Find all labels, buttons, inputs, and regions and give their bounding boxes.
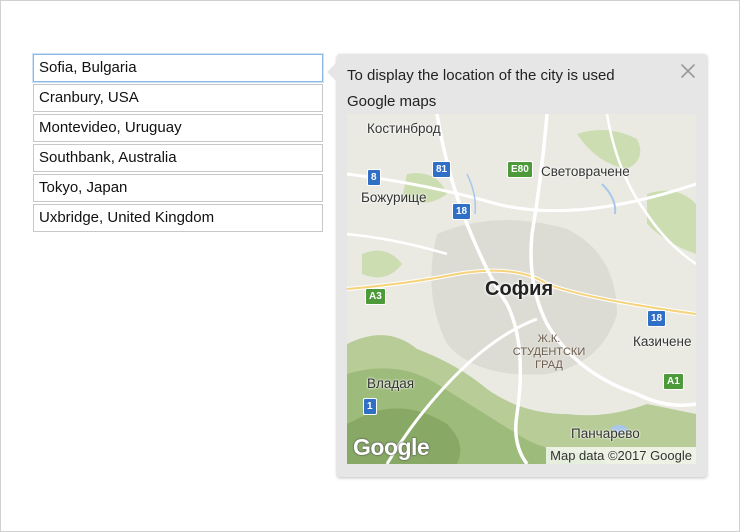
road-shield-a1: A1	[663, 373, 684, 390]
map-attribution[interactable]: Map data ©2017 Google	[546, 447, 696, 464]
road-shield-e80: E80	[507, 161, 533, 178]
map-label-svetovrachene: Световрачене	[541, 164, 630, 179]
road-shield-8: 8	[367, 169, 381, 186]
close-icon[interactable]	[679, 62, 697, 80]
map-label-district: Ж.К. СТУДЕНТСКИ ГРАД	[512, 333, 586, 371]
popover-message: To display the location of the city is u…	[347, 67, 615, 110]
map-label-kazichene: Казичене	[633, 334, 692, 349]
road-shield-1: 1	[363, 398, 377, 415]
road-shield-81: 81	[432, 161, 452, 178]
map-view[interactable]: Костинброд Световрачене Божурище Владая …	[347, 114, 696, 464]
road-shield-a3: A3	[365, 288, 386, 305]
map-label-bozhurishte: Божурище	[361, 190, 427, 205]
map-label-pancharevo: Панчарево	[571, 426, 640, 441]
road-shield-18-north: 18	[452, 203, 472, 220]
city-item-cranbury[interactable]: Cranbury, USA	[33, 84, 323, 112]
road-shield-18-east: 18	[647, 310, 667, 327]
google-logo: Google	[353, 434, 430, 460]
map-label-sofia: София	[485, 278, 554, 300]
map-label-vladaya: Владая	[367, 376, 415, 391]
city-item-sofia[interactable]: Sofia, Bulgaria	[33, 54, 323, 82]
map-popover: To display the location of the city is u…	[327, 54, 707, 477]
city-item-montevideo[interactable]: Montevideo, Uruguay	[33, 114, 323, 142]
city-list: Sofia, Bulgaria Cranbury, USA Montevideo…	[33, 54, 323, 234]
city-item-tokyo[interactable]: Tokyo, Japan	[33, 174, 323, 202]
popover-arrow	[327, 62, 337, 82]
city-item-southbank[interactable]: Southbank, Australia	[33, 144, 323, 172]
city-item-uxbridge[interactable]: Uxbridge, United Kingdom	[33, 204, 323, 232]
map-label-kostinbrod: Костинброд	[367, 121, 441, 136]
